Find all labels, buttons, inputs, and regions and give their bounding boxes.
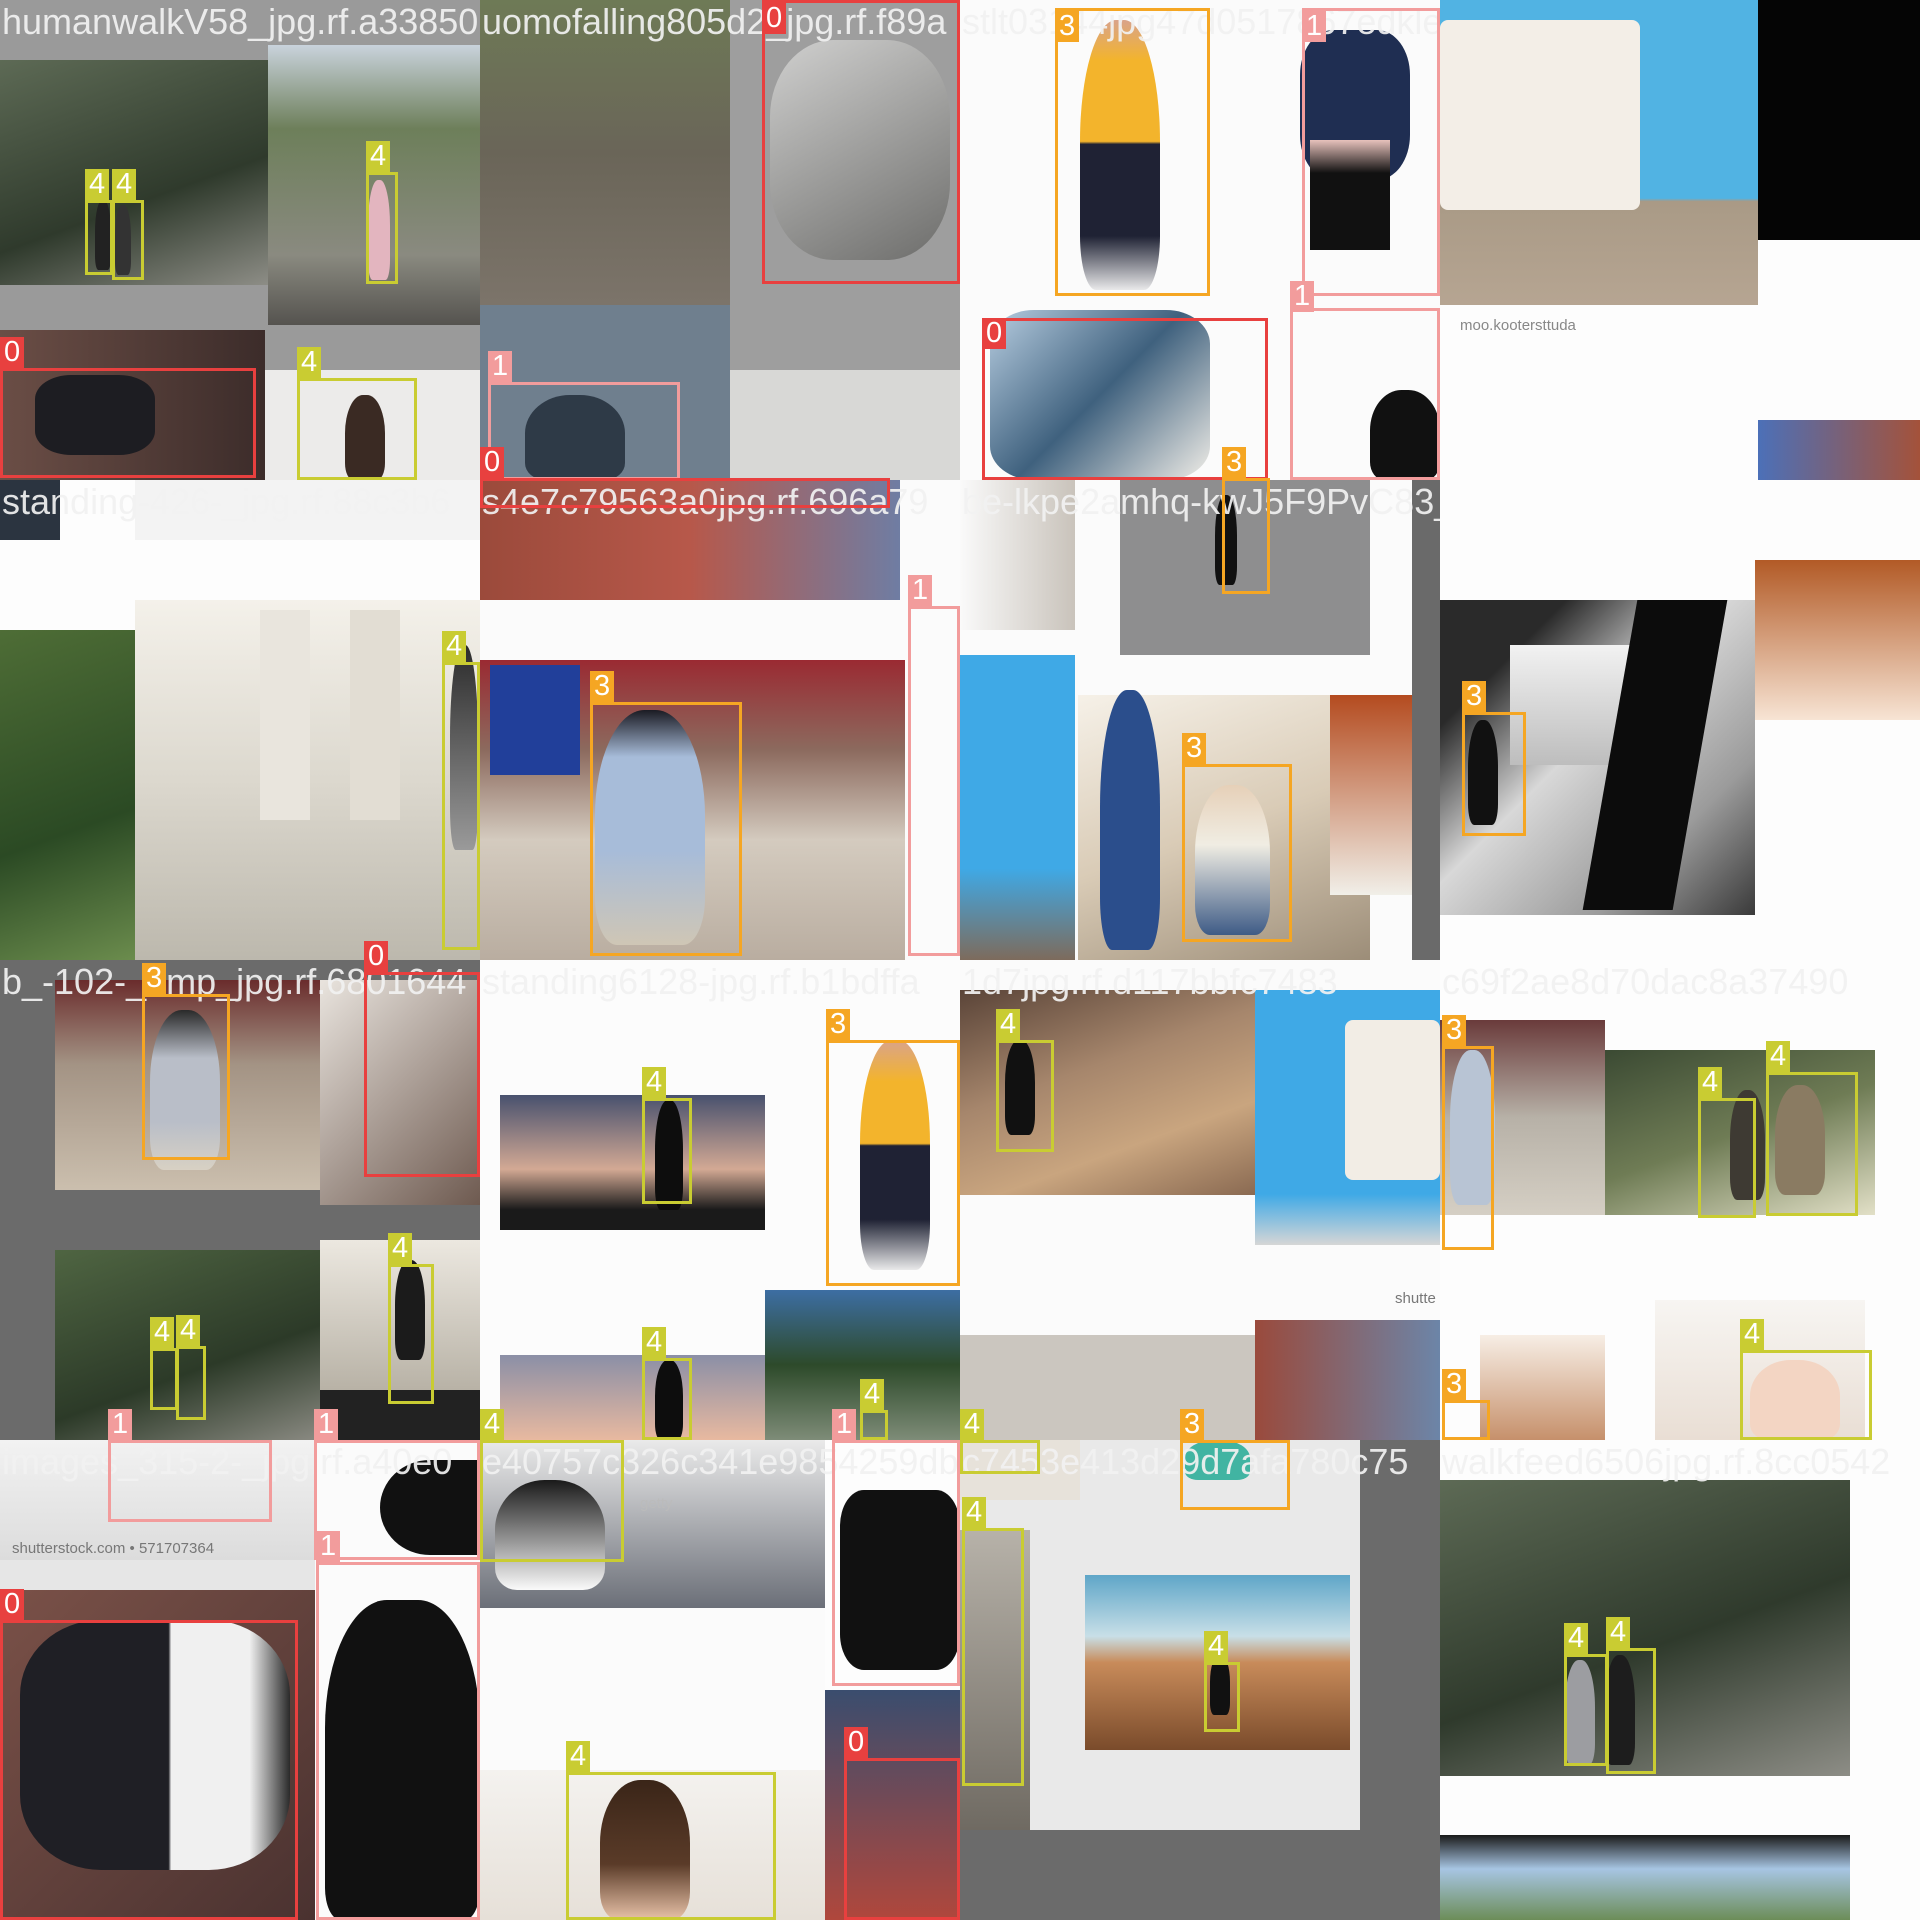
bbox-class-4: 4 <box>388 1233 434 1404</box>
watermark-text: moo.kootersttuda <box>1460 317 1576 334</box>
watermark-text: shutterstock.com • 571707364 <box>12 1540 215 1557</box>
tile-dunes: c7453e413d29d7afa780c75 <box>960 1440 1440 1920</box>
bbox-class-0: 0 <box>844 1727 960 1920</box>
tile-title: standing-426-_jpg.rf.88c3b6 <box>2 481 451 522</box>
bbox-class-3: 3 <box>1442 1369 1490 1440</box>
bbox-class-1: 1 <box>1290 281 1440 480</box>
tile-title: 1d7jpg.rf.d117bbfc7483 <box>962 961 1338 1002</box>
bbox-class-4: 4 <box>1564 1623 1608 1766</box>
bbox-class-3: 3 <box>1462 681 1526 836</box>
bbox-class-0: 0 <box>0 337 256 478</box>
detection-mosaic: humanwalkV58_jpg.rf.a33850bb3a95d0209 uo… <box>0 0 1920 1920</box>
bbox-class-3: 3 <box>1222 447 1270 594</box>
bbox-class-1: 1 <box>488 351 680 480</box>
tile-park-path: walkfeed6506jpg.rf.8cc0542 <box>1440 1440 1920 1920</box>
watermark-text: getty <box>640 1495 673 1512</box>
tile-title: standing6128-jpg.rf.b1bdffa <box>482 961 920 1002</box>
bbox-class-4: 4 <box>297 347 417 480</box>
bbox-class-4: 4 <box>1740 1319 1872 1440</box>
tile-title: walkfeed6506jpg.rf.8cc0542 <box>1442 1441 1891 1482</box>
bbox-class-4: 4 <box>642 1327 692 1440</box>
bbox-class-4: 4 <box>996 1009 1054 1152</box>
bbox-class-4: 4 <box>860 1379 888 1440</box>
bbox-class-1: 1 <box>832 1409 960 1686</box>
bbox-class-0: 0 <box>364 941 480 1177</box>
bbox-class-4: 4 <box>1204 1631 1240 1732</box>
tile-sofa: moo.kootersttuda <box>1440 0 1920 480</box>
bbox-class-4: 4 <box>1606 1617 1656 1774</box>
bbox-class-3: 3 <box>826 1009 960 1286</box>
bbox-class-3: 3 <box>1442 1015 1494 1250</box>
bbox-class-4: 4 <box>642 1067 692 1204</box>
bbox-class-4: 4 <box>85 169 113 275</box>
bbox-class-3: 3 <box>1182 733 1292 942</box>
bbox-class-3: 3 <box>142 963 230 1160</box>
bbox-class-4: 4 <box>960 1409 1040 1474</box>
bbox-class-0: 0 <box>762 0 960 284</box>
bbox-class-1: 1 <box>1302 8 1440 296</box>
bbox-class-4: 4 <box>480 1409 624 1562</box>
bbox-class-4: 4 <box>176 1315 206 1420</box>
bbox-class-4: 4 <box>366 141 398 284</box>
bbox-class-0: 0 <box>0 1589 298 1920</box>
bbox-class-4: 4 <box>566 1741 776 1920</box>
tile-title: c69f2ae8d70dac8a37490 <box>1442 961 1849 1002</box>
bbox-class-4: 4 <box>1698 1067 1756 1218</box>
tile-desert: shutte 1d7jpg.rf.d117bbfc7483 <box>960 960 1440 1440</box>
bbox-class-3: 3 <box>1180 1409 1290 1510</box>
bbox-class-4: 4 <box>150 1317 178 1410</box>
bbox-class-1: 1 <box>108 1409 272 1522</box>
tile-stairs: standing-426-_jpg.rf.88c3b6 <box>0 480 480 960</box>
bbox-class-1: 1 <box>908 575 960 956</box>
bbox-class-0: 0 <box>480 447 890 508</box>
bbox-class-4: 4 <box>112 169 144 280</box>
bbox-class-4: 4 <box>442 631 480 950</box>
bbox-class-4: 4 <box>1766 1041 1858 1216</box>
bbox-class-3: 3 <box>1055 8 1210 296</box>
bbox-class-1: 1 <box>316 1531 480 1920</box>
tile-title: be-lkpe2amhq-kwJ5F9PvC83_jpg.rf.b2a8 <box>962 481 1440 522</box>
bbox-class-4: 4 <box>962 1497 1024 1786</box>
watermark-text: shutte <box>1395 1290 1436 1307</box>
tile-title: humanwalkV58_jpg.rf.a33850bb3a95d0209 <box>2 1 480 42</box>
bbox-class-3: 3 <box>590 671 742 956</box>
